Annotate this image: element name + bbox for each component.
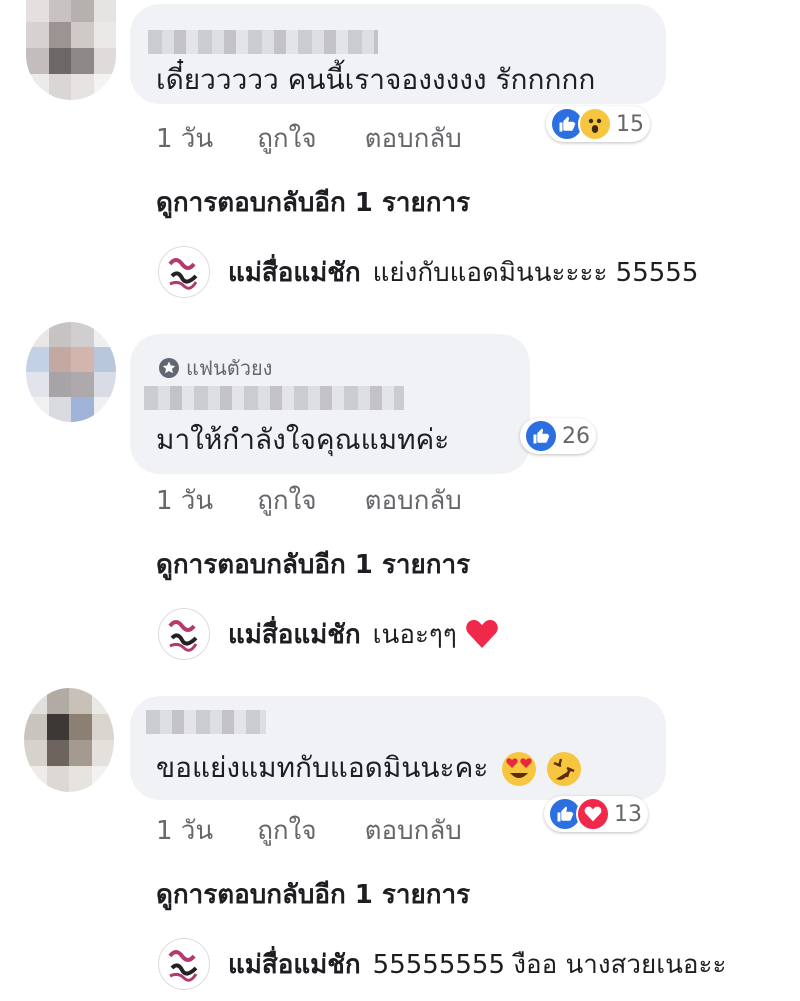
commenter-avatar[interactable] [26, 0, 116, 100]
timestamp[interactable]: 1 วัน [156, 118, 213, 159]
reply-author[interactable]: แม่สื่อแม่ชัก [228, 614, 361, 655]
star-badge-icon [159, 358, 179, 378]
page-avatar-logo [158, 938, 210, 990]
comment-bubble: ขอแย่งแมทกับแอดมินนะคะ [130, 696, 666, 800]
badge-label: แฟนตัวยง [186, 356, 273, 380]
wow-reaction-icon [578, 107, 612, 141]
reaction-count: 13 [614, 801, 642, 827]
like-link[interactable]: ถูกใจ [257, 480, 316, 521]
like-link[interactable]: ถูกใจ [257, 810, 316, 851]
love-reaction-icon [576, 797, 610, 831]
view-more-replies-link[interactable]: ดูการตอบกลับอีก 1 รายการ [156, 544, 470, 585]
reaction-count: 26 [562, 423, 590, 449]
comment-2: แฟนตัวยง มาให้กำลังใจคุณแมทค่ะ 26 1 วัน … [0, 318, 800, 678]
reply-preview[interactable]: แม่สื่อแม่ชัก แย่งกับแอดมินนะะะะ 55555 [158, 246, 698, 298]
commenter-name-blurred[interactable] [146, 710, 266, 734]
timestamp[interactable]: 1 วัน [156, 810, 213, 851]
commenter-avatar[interactable] [24, 688, 114, 792]
reaction-summary[interactable]: 15 [546, 106, 650, 142]
comment-1: เดี๋ยววววว คนนี้เราจองงงงง รักกกกก 15 1 … [0, 0, 800, 310]
reaction-summary[interactable]: 26 [520, 418, 596, 454]
commenter-name-blurred[interactable] [144, 386, 404, 410]
reaction-summary[interactable]: 13 [544, 796, 648, 832]
comment-text: ขอแย่งแมทกับแอดมินนะคะ [156, 750, 582, 787]
comment-text: มาให้กำลังใจคุณแมทค่ะ [156, 423, 450, 456]
comment-text: เดี๋ยววววว คนนี้เราจองงงงง รักกกกก [156, 63, 596, 96]
reply-link[interactable]: ตอบกลับ [365, 480, 462, 521]
like-link[interactable]: ถูกใจ [257, 118, 316, 159]
view-more-replies-link[interactable]: ดูการตอบกลับอีก 1 รายการ [156, 182, 470, 223]
commenter-avatar[interactable] [26, 322, 116, 422]
reply-text: เนอะๆๆ [372, 619, 457, 650]
comment-actions: 1 วัน ถูกใจ ตอบกลับ [156, 118, 462, 159]
comment-actions: 1 วัน ถูกใจ ตอบกลับ [156, 480, 462, 521]
reaction-count: 15 [616, 111, 644, 137]
rofl-emoji-icon [547, 752, 582, 786]
comment-bubble: เดี๋ยววววว คนนี้เราจองงงงง รักกกกก [130, 4, 666, 104]
reply-link[interactable]: ตอบกลับ [365, 810, 462, 851]
view-more-replies-link[interactable]: ดูการตอบกลับอีก 1 รายการ [156, 874, 470, 915]
timestamp[interactable]: 1 วัน [156, 480, 213, 521]
heart-eyes-emoji-icon [502, 752, 537, 786]
page-avatar-logo [158, 246, 210, 298]
like-reaction-icon [524, 419, 558, 453]
reply-text: แย่งกับแอดมินนะะะะ 55555 [372, 257, 699, 288]
reply-author[interactable]: แม่สื่อแม่ชัก [228, 252, 361, 293]
comment-actions: 1 วัน ถูกใจ ตอบกลับ [156, 810, 462, 851]
reply-link[interactable]: ตอบกลับ [365, 118, 462, 159]
comment-3: ขอแย่งแมทกับแอดมินนะคะ 13 1 วัน ถูกใจ ตอ… [0, 680, 800, 1001]
reply-text: 55555555 งืออ นางสวยเนอะะ [372, 949, 727, 980]
top-fan-badge: แฟนตัวยง [158, 352, 272, 384]
red-heart-icon [466, 620, 498, 648]
reply-author[interactable]: แม่สื่อแม่ชัก [228, 944, 361, 985]
commenter-name-blurred[interactable] [148, 30, 378, 54]
reply-preview[interactable]: แม่สื่อแม่ชัก 55555555 งืออ นางสวยเนอะะ [158, 938, 726, 990]
comment-bubble: แฟนตัวยง มาให้กำลังใจคุณแมทค่ะ [130, 334, 530, 474]
page-avatar-logo [158, 608, 210, 660]
comment-text-content: ขอแย่งแมทกับแอดมินนะคะ [156, 751, 489, 784]
reply-preview[interactable]: แม่สื่อแม่ชัก เนอะๆๆ [158, 608, 499, 660]
